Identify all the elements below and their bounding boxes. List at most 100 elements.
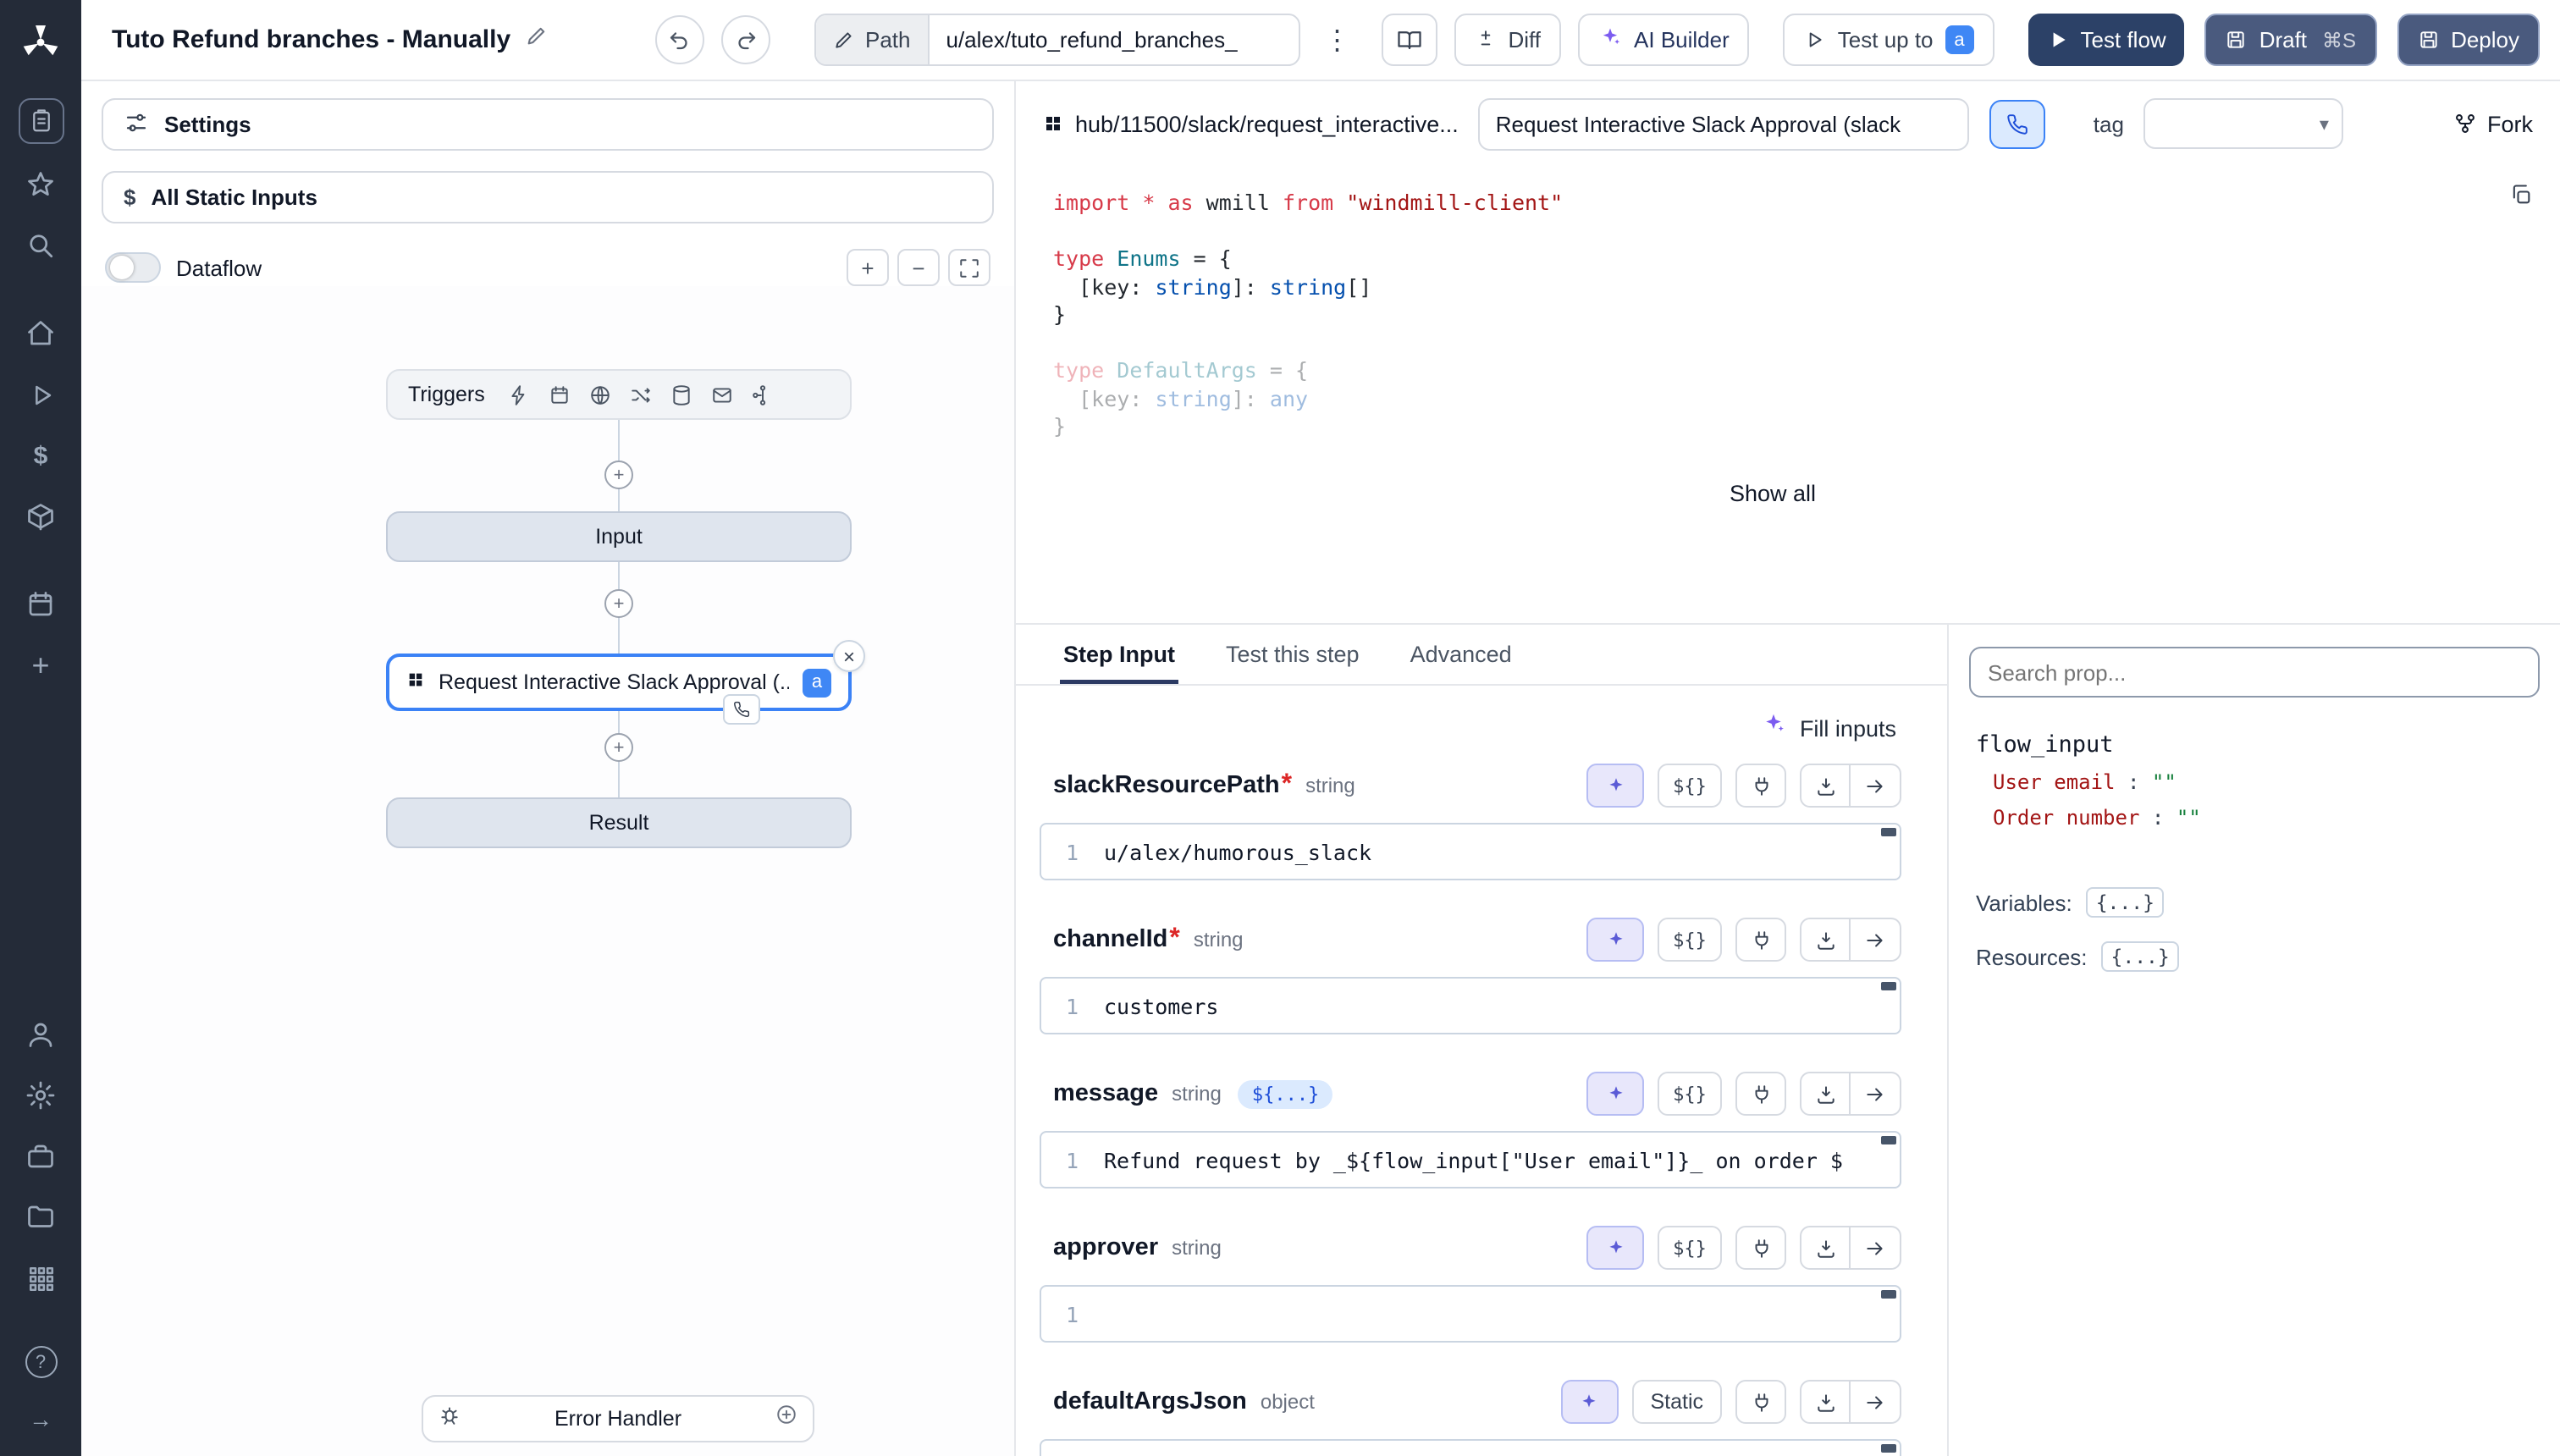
path-input[interactable] <box>930 27 1299 52</box>
input-node[interactable]: Input <box>386 511 852 562</box>
insert-value-button[interactable] <box>1800 1380 1851 1424</box>
search-icon[interactable] <box>17 225 64 266</box>
expression-toggle-button[interactable]: ${} <box>1658 918 1722 962</box>
test-up-to-button[interactable]: Test up to a <box>1784 14 1994 66</box>
runs-play-icon[interactable] <box>17 374 64 415</box>
insert-value-button[interactable] <box>1800 1072 1851 1116</box>
expression-toggle-button[interactable]: ${} <box>1658 1072 1722 1116</box>
search-prop-input[interactable] <box>1969 647 2540 698</box>
editor-handle[interactable] <box>1881 828 1896 836</box>
resources-chip[interactable]: {...} <box>2101 941 2180 972</box>
insert-value-button[interactable] <box>1800 918 1851 962</box>
copy-code-button[interactable] <box>2509 183 2533 212</box>
step-name-input[interactable] <box>1479 97 1970 150</box>
tag-select[interactable]: ▾ <box>2144 98 2344 149</box>
edit-title-icon[interactable] <box>524 24 548 56</box>
ai-fill-button[interactable] <box>1560 1380 1618 1424</box>
kebab-menu-icon[interactable]: ⋮ <box>1324 23 1351 57</box>
variables-dollar-icon[interactable]: $ <box>17 435 64 476</box>
delete-step-button[interactable]: × <box>833 640 865 672</box>
create-plus-icon[interactable]: + <box>17 645 64 686</box>
prop-row-order-number[interactable]: Order number : "" <box>1993 806 2540 830</box>
editor-handle[interactable] <box>1881 1290 1896 1299</box>
insert-value-button[interactable] <box>1800 764 1851 808</box>
code-editor[interactable]: import * as wmill from "windmill-client"… <box>1016 166 2560 623</box>
ai-builder-button[interactable]: AI Builder <box>1578 14 1750 66</box>
dataflow-toggle[interactable] <box>105 252 161 283</box>
insert-value-button[interactable] <box>1800 1226 1851 1270</box>
flow-input-root[interactable]: flow_input <box>1976 731 2540 758</box>
redo-button[interactable] <box>721 15 770 64</box>
connect-input-button[interactable] <box>1735 1072 1786 1116</box>
test-flow-button[interactable]: Test flow <box>2028 14 2185 66</box>
flow-graph-canvas[interactable]: Triggers + Input <box>81 286 1014 1456</box>
field-value-editor[interactable]: 1 u/alex/humorous_slack <box>1040 823 1901 880</box>
static-toggle-button[interactable]: Static <box>1631 1380 1722 1424</box>
undo-button[interactable] <box>655 15 704 64</box>
folders-icon[interactable] <box>17 1197 64 1238</box>
draft-button[interactable]: Draft ⌘S <box>2205 14 2376 66</box>
user-icon[interactable] <box>17 1014 64 1055</box>
add-step-button[interactable]: + <box>604 589 633 618</box>
editor-handle[interactable] <box>1881 1444 1896 1453</box>
show-all-button[interactable]: Show all <box>1709 472 1836 514</box>
expression-toggle-button[interactable]: ${} <box>1658 764 1722 808</box>
variables-chip[interactable]: {...} <box>2086 887 2165 918</box>
connect-input-button[interactable] <box>1735 764 1786 808</box>
result-node[interactable]: Result <box>386 797 852 848</box>
prop-row-user-email[interactable]: User email : "" <box>1993 770 2540 794</box>
tab-test-this-step[interactable]: Test this step <box>1222 625 1363 684</box>
hub-script-link[interactable]: hub/11500/slack/request_interactive... <box>1043 111 1459 136</box>
download-icon <box>1814 775 1836 797</box>
tab-advanced[interactable]: Advanced <box>1407 625 1515 684</box>
ai-fill-button[interactable] <box>1586 1072 1644 1116</box>
field-value-editor[interactable]: 1 Refund request by _${flow_input["User … <box>1040 1131 1901 1189</box>
editor-handle[interactable] <box>1881 1136 1896 1144</box>
connect-input-button[interactable] <box>1735 1226 1786 1270</box>
expand-sidebar-arrow-icon[interactable]: → <box>17 1398 64 1439</box>
apply-arrow-button[interactable] <box>1851 1226 1901 1270</box>
flow-settings-button[interactable]: Settings <box>102 98 994 151</box>
path-label[interactable]: Path <box>816 15 930 64</box>
field-value-editor[interactable]: 1 <box>1040 1439 1901 1456</box>
expression-toggle-button[interactable]: ${} <box>1658 1226 1722 1270</box>
fit-view-button[interactable] <box>948 249 990 286</box>
add-error-handler-button[interactable] <box>775 1404 797 1434</box>
ai-fill-button[interactable] <box>1586 918 1644 962</box>
all-static-inputs-button[interactable]: $ All Static Inputs <box>102 171 994 223</box>
ai-fill-button[interactable] <box>1586 1226 1644 1270</box>
fill-inputs-button[interactable]: Fill inputs <box>1016 686 1947 750</box>
field-value-editor[interactable]: 1 customers <box>1040 977 1901 1034</box>
schedules-calendar-icon[interactable] <box>17 584 64 625</box>
home-icon[interactable] <box>17 313 64 354</box>
connect-input-button[interactable] <box>1735 918 1786 962</box>
apply-arrow-button[interactable] <box>1851 1072 1901 1116</box>
settings-gear-icon[interactable] <box>17 1075 64 1116</box>
apply-arrow-button[interactable] <box>1851 1380 1901 1424</box>
apps-grid-icon[interactable] <box>17 1258 64 1299</box>
add-step-button[interactable]: + <box>604 461 633 489</box>
tab-step-input[interactable]: Step Input <box>1060 625 1178 684</box>
docs-book-button[interactable] <box>1382 14 1437 66</box>
diff-button[interactable]: Diff <box>1454 14 1562 66</box>
favorites-star-icon[interactable] <box>17 164 64 205</box>
deploy-button[interactable]: Deploy <box>2397 14 2540 66</box>
resources-icon[interactable] <box>17 496 64 537</box>
workspace-switcher[interactable] <box>18 98 63 144</box>
error-handler-node[interactable]: Error Handler <box>422 1395 814 1442</box>
fork-button[interactable]: Fork <box>2453 111 2533 136</box>
apply-arrow-button[interactable] <box>1851 764 1901 808</box>
zoom-in-button[interactable]: + <box>847 249 889 286</box>
zoom-out-button[interactable]: − <box>897 249 940 286</box>
selected-step-node[interactable]: Request Interactive Slack Approval (... … <box>386 654 852 711</box>
workers-briefcase-icon[interactable] <box>17 1136 64 1177</box>
field-value-editor[interactable]: 1 <box>1040 1285 1901 1343</box>
ai-fill-button[interactable] <box>1586 764 1644 808</box>
suspend-approval-button[interactable] <box>1990 99 2046 148</box>
connect-input-button[interactable] <box>1735 1380 1786 1424</box>
apply-arrow-button[interactable] <box>1851 918 1901 962</box>
editor-handle[interactable] <box>1881 982 1896 990</box>
add-step-button[interactable]: + <box>604 733 633 762</box>
triggers-node[interactable]: Triggers <box>386 369 852 420</box>
help-icon[interactable]: ? <box>25 1346 57 1378</box>
